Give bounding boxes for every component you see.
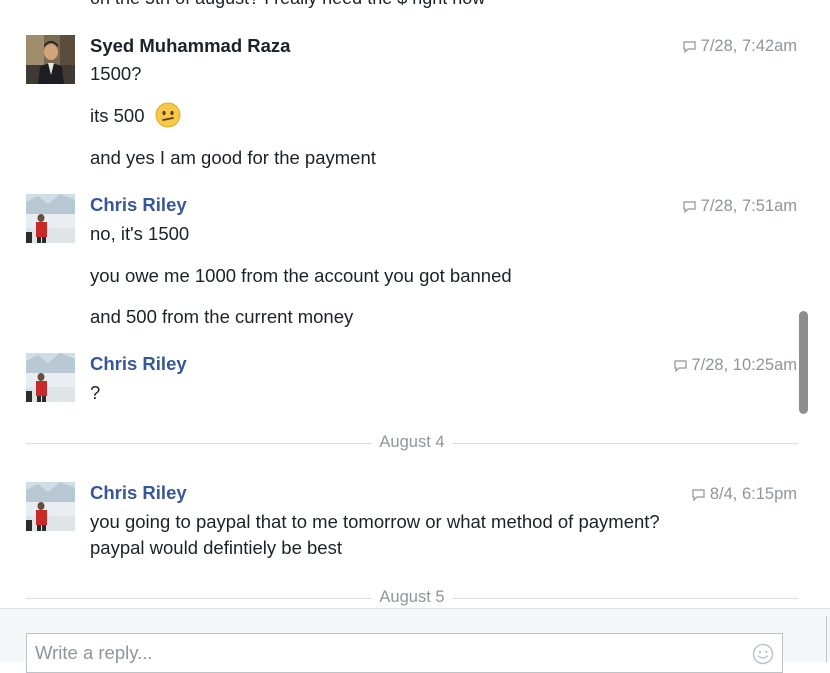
date-divider-label: August 4 — [371, 433, 453, 452]
timestamp-text: 7/28, 7:42am — [700, 37, 797, 55]
message-text: 1500? — [90, 63, 142, 84]
conversation-pane: on the 5th of august? I really need the … — [0, 0, 812, 608]
message-text: its 500 — [90, 105, 145, 126]
message-text: you owe me 1000 from the account you got… — [90, 265, 512, 286]
author-name[interactable]: Syed Muhammad Raza — [90, 35, 290, 57]
reply-composer — [0, 608, 830, 673]
comment-bubble-icon — [683, 200, 696, 213]
message-timestamp[interactable]: 7/28, 7:51am — [683, 197, 797, 216]
message-text-cutoff: on the 5th of august? I really need the … — [90, 0, 485, 9]
author-name[interactable]: Chris Riley — [90, 353, 187, 375]
message-text: and yes I am good for the payment — [90, 147, 376, 168]
comment-bubble-icon — [673, 359, 687, 372]
date-divider: August 4 — [26, 433, 798, 453]
window-edge — [826, 616, 827, 662]
message-text: and 500 from the current money — [90, 306, 354, 327]
reply-input[interactable] — [27, 634, 747, 672]
message-text: you going to paypal that to me tomorrow … — [90, 511, 660, 532]
date-divider: August 5 — [26, 588, 798, 608]
author-name[interactable]: Chris Riley — [90, 482, 187, 504]
message-text: paypal would defintiely be best — [90, 537, 342, 558]
reply-box[interactable] — [26, 633, 783, 673]
message-timestamp[interactable]: 7/28, 10:25am — [673, 356, 798, 375]
timestamp-text: 8/4, 6:15pm — [709, 485, 797, 503]
author-name[interactable]: Chris Riley — [90, 194, 187, 216]
date-divider-label: August 5 — [371, 588, 453, 607]
message-text-row: its 500 — [90, 102, 181, 128]
avatar[interactable] — [26, 194, 75, 243]
timestamp-text: 7/28, 10:25am — [691, 356, 798, 374]
avatar[interactable] — [26, 353, 75, 402]
confused-face-icon — [155, 102, 181, 128]
timestamp-text: 7/28, 7:51am — [700, 197, 797, 215]
message-text: ? — [90, 382, 101, 403]
comment-bubble-icon — [683, 40, 696, 53]
message-timestamp[interactable]: 8/4, 6:15pm — [692, 485, 797, 504]
message-timestamp[interactable]: 7/28, 7:42am — [683, 37, 797, 56]
message-text: no, it's 1500 — [90, 223, 190, 244]
comment-bubble-icon — [692, 488, 705, 501]
avatar[interactable] — [26, 35, 75, 84]
avatar[interactable] — [26, 482, 75, 531]
scrollbar-thumb[interactable] — [799, 311, 808, 414]
